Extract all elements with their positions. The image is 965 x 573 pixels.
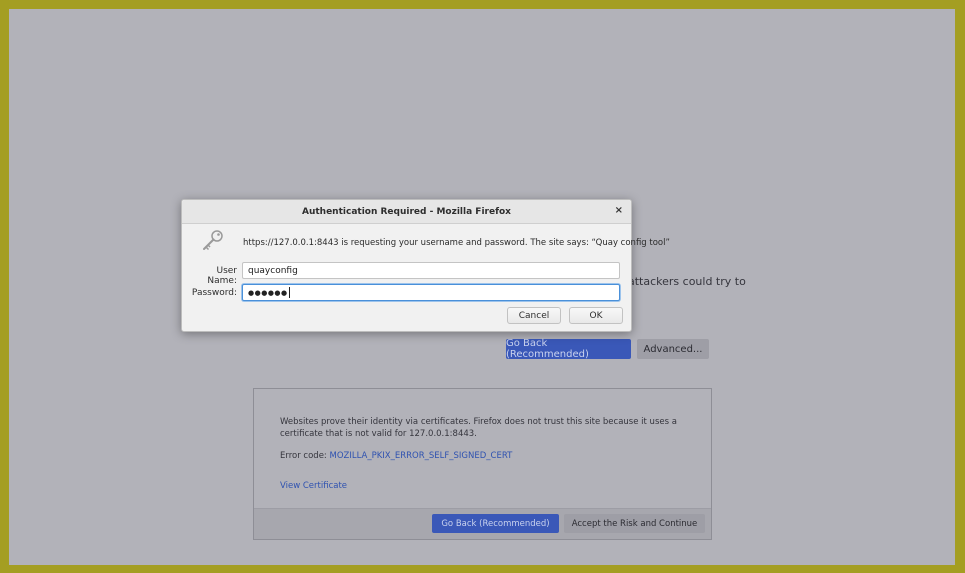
advanced-button[interactable]: Advanced... (637, 339, 709, 359)
go-back-button-bottom[interactable]: Go Back (Recommended) (432, 514, 559, 533)
ok-button[interactable]: OK (569, 307, 623, 324)
accept-risk-button[interactable]: Accept the Risk and Continue (564, 514, 705, 533)
error-code-line: Error code: MOZILLA_PKIX_ERROR_SELF_SIGN… (280, 451, 512, 461)
dialog-title: Authentication Required - Mozilla Firefo… (302, 206, 511, 217)
view-certificate-link[interactable]: View Certificate (280, 481, 347, 491)
warning-partial-text: attackers could try to (628, 275, 746, 288)
go-back-button-top[interactable]: Go Back (Recommended) (506, 338, 631, 360)
panel-footer: Go Back (Recommended) Accept the Risk an… (254, 508, 711, 539)
certificate-details-panel: Websites prove their identity via certif… (253, 388, 712, 540)
password-mask: ●●●●●● (248, 288, 288, 297)
certificate-description: Websites prove their identity via certif… (280, 417, 677, 439)
auth-message: https://127.0.0.1:8443 is requesting you… (243, 238, 670, 248)
dialog-titlebar: Authentication Required - Mozilla Firefo… (182, 200, 631, 224)
password-field[interactable]: ●●●●●● (242, 284, 620, 301)
key-icon (203, 230, 223, 251)
username-label: User Name: (207, 266, 237, 286)
error-code-prefix: Error code: (280, 451, 330, 461)
auth-dialog: Authentication Required - Mozilla Firefo… (181, 199, 670, 332)
text-caret (288, 287, 290, 298)
close-icon[interactable]: × (615, 205, 623, 216)
password-label: Password: (191, 288, 237, 298)
username-field[interactable]: quayconfig (242, 262, 620, 279)
cancel-button[interactable]: Cancel (507, 307, 561, 324)
username-value: quayconfig (248, 265, 298, 276)
error-code-link[interactable]: MOZILLA_PKIX_ERROR_SELF_SIGNED_CERT (330, 451, 513, 461)
